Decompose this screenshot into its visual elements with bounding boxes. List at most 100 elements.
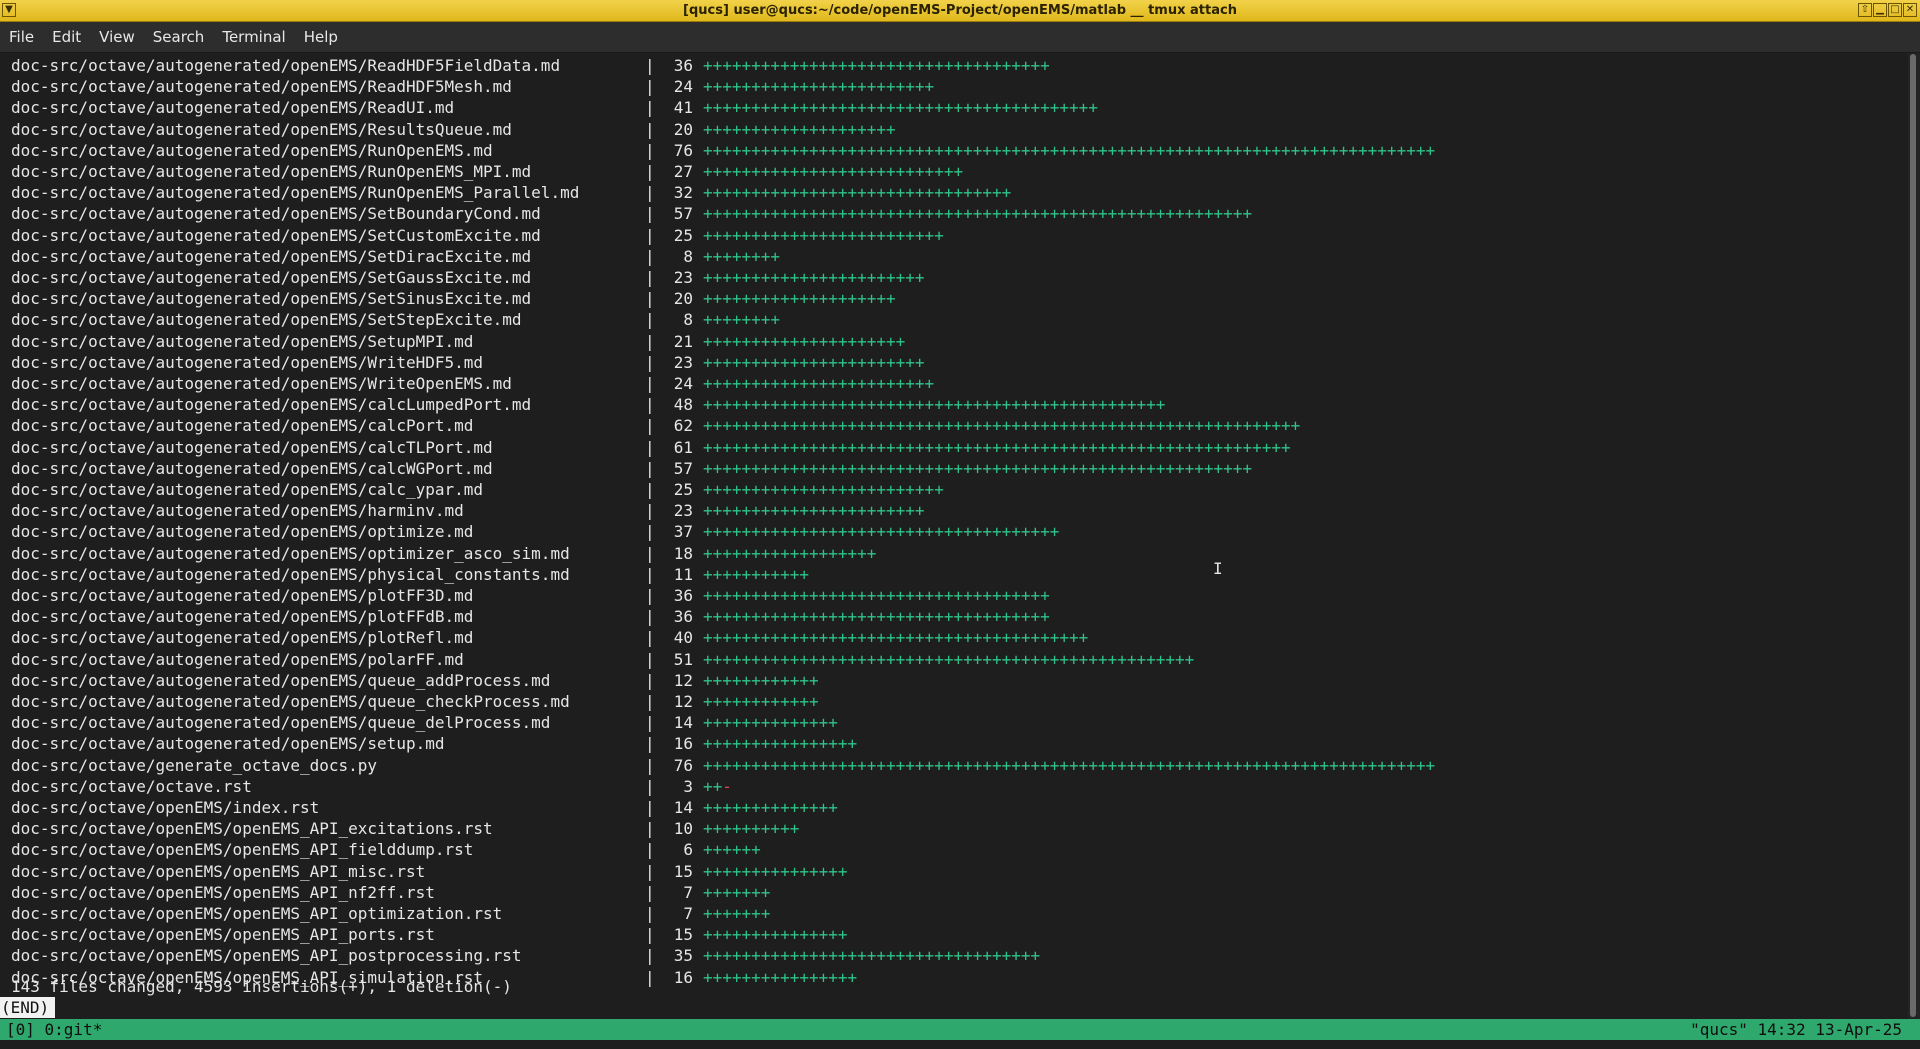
diffstat-row: doc-src/octave/autogenerated/openEMS/Set… [11, 203, 1252, 224]
menu-edit[interactable]: Edit [43, 22, 90, 53]
diffstat-insertions-bar: +++++++++++++++++++++++++++++++++++ [703, 946, 1041, 966]
menu-terminal[interactable]: Terminal [213, 22, 294, 53]
terminal-output[interactable]: doc-src/octave/autogenerated/openEMS/Rea… [0, 53, 1908, 1019]
diffstat-row: doc-src/octave/autogenerated/openEMS/Run… [11, 161, 963, 182]
terminal-scrollbar[interactable] [1908, 53, 1920, 1019]
diffstat-separator: | [645, 628, 655, 648]
diffstat-separator: | [645, 670, 655, 690]
diffstat-change-count: 23 [673, 352, 693, 372]
diffstat-separator: | [645, 289, 655, 309]
diffstat-insertions-bar: +++++++++++++++++++++++ [703, 268, 925, 287]
diffstat-filename: doc-src/octave/openEMS/openEMS_API_ports… [11, 925, 435, 945]
diffstat-summary: 143 files changed, 4593 insertions(+), 1… [11, 977, 512, 996]
diffstat-filename: doc-src/octave/autogenerated/openEMS/cal… [11, 480, 484, 499]
maximize-window-icon[interactable]: □ [1888, 3, 1902, 17]
diffstat-filename: doc-src/octave/autogenerated/openEMS/Rea… [11, 98, 455, 118]
tmux-status-right: "qucs" 14:32 13-Apr-25 [1690, 1020, 1902, 1039]
diffstat-separator: | [645, 522, 655, 542]
diffstat-separator: | [645, 56, 655, 75]
diffstat-filename: doc-src/octave/autogenerated/openEMS/cal… [11, 458, 493, 478]
diffstat-insertions-bar: ++++++++++++++ [703, 798, 838, 817]
close-window-icon[interactable]: ✕ [1903, 3, 1917, 17]
diffstat-filename: doc-src/octave/autogenerated/openEMS/Set… [11, 331, 474, 351]
diffstat-filename: doc-src/octave/openEMS/index.rst [11, 798, 320, 817]
diffstat-filename: doc-src/octave/autogenerated/openEMS/Run… [11, 162, 532, 181]
diffstat-separator: | [645, 543, 655, 563]
diffstat-filename: doc-src/octave/autogenerated/openEMS/cal… [11, 395, 532, 415]
diffstat-filename: doc-src/octave/openEMS/openEMS_API_field… [11, 840, 474, 860]
menu-search[interactable]: Search [144, 22, 214, 53]
window-titlebar[interactable]: ▼ [qucs] user@qucs:~/code/openEMS-Projec… [0, 0, 1920, 22]
diffstat-filename: doc-src/octave/autogenerated/openEMS/Set… [11, 268, 532, 287]
diffstat-row: doc-src/octave/autogenerated/openEMS/que… [11, 670, 819, 691]
diffstat-row: doc-src/octave/autogenerated/openEMS/plo… [11, 585, 1050, 606]
menu-file[interactable]: File [0, 22, 43, 53]
diffstat-separator: | [645, 861, 655, 881]
menubar: File Edit View Search Terminal Help [0, 22, 1920, 53]
tmux-window-list[interactable]: [0] 0:git* [6, 1019, 102, 1040]
minimize-window-icon[interactable]: ▁ [1873, 3, 1887, 17]
diffstat-insertions-bar: ++++++++++++++++++++ [703, 289, 896, 309]
diffstat-row: doc-src/octave/autogenerated/openEMS/set… [11, 733, 857, 754]
diffstat-row: doc-src/octave/autogenerated/openEMS/que… [11, 712, 838, 733]
diffstat-change-count: 12 [673, 670, 693, 690]
diffstat-insertions-bar: +++++++ [703, 882, 771, 902]
diffstat-insertions-bar: ++++++++++++ [703, 692, 819, 711]
diffstat-filename: doc-src/octave/autogenerated/openEMS/Res… [11, 119, 512, 139]
diffstat-change-count: 25 [673, 480, 693, 499]
diffstat-change-count: 57 [673, 458, 693, 478]
diffstat-separator: | [645, 692, 655, 711]
shade-window-icon[interactable]: ⇧ [1858, 3, 1872, 17]
diffstat-filename: doc-src/octave/openEMS/openEMS_API_optim… [11, 904, 503, 923]
diffstat-change-count: 7 [683, 904, 693, 923]
diffstat-change-count: 11 [673, 564, 693, 584]
diffstat-change-count: 20 [673, 119, 693, 139]
diffstat-insertions-bar: ++++++++++++++++ [703, 734, 858, 754]
diffstat-filename: doc-src/octave/openEMS/openEMS_API_misc.… [11, 861, 426, 881]
diffstat-row: doc-src/octave/openEMS/openEMS_API_excit… [11, 818, 799, 839]
diffstat-filename: doc-src/octave/autogenerated/openEMS/que… [11, 670, 551, 690]
diffstat-separator: | [645, 480, 655, 499]
diffstat-insertions-bar: ++++++++++++++++++++++++++++++++++++++++… [703, 416, 1301, 436]
diffstat-filename: doc-src/octave/autogenerated/openEMS/cal… [11, 437, 493, 457]
diffstat-change-count: 21 [673, 331, 693, 351]
diffstat-row: doc-src/octave/generate_octave_docs.py | 7… [11, 755, 1435, 776]
window-bottom-border [0, 1040, 1920, 1049]
menu-view[interactable]: View [90, 22, 144, 53]
diffstat-insertions-bar: ++++++++ [703, 310, 781, 330]
diffstat-filename: doc-src/octave/autogenerated/openEMS/Wri… [11, 352, 484, 372]
diffstat-change-count: 20 [673, 289, 693, 309]
diffstat-change-count: 36 [673, 586, 693, 605]
diffstat-insertions-bar: ++++++++++++++++ [703, 967, 858, 987]
scrollbar-thumb[interactable] [1910, 54, 1916, 1017]
diffstat-filename: doc-src/octave/autogenerated/openEMS/plo… [11, 628, 474, 648]
diffstat-filename: doc-src/octave/autogenerated/openEMS/Set… [11, 310, 522, 330]
diffstat-row: doc-src/octave/autogenerated/openEMS/Run… [11, 140, 1435, 161]
diffstat-row: doc-src/octave/autogenerated/openEMS/plo… [11, 606, 1050, 627]
diffstat-separator: | [645, 352, 655, 372]
diffstat-change-count: 10 [673, 819, 693, 839]
diffstat-row: doc-src/octave/autogenerated/openEMS/Run… [11, 182, 1011, 203]
menu-help[interactable]: Help [295, 22, 347, 53]
diffstat-separator: | [645, 458, 655, 478]
diffstat-row: doc-src/octave/autogenerated/openEMS/Set… [11, 309, 780, 330]
diffstat-insertions-bar: +++++++ [703, 904, 771, 923]
diffstat-insertions-bar: ++++++++++++++++++++++++++++++++++++++++… [703, 458, 1253, 478]
diffstat-change-count: 37 [673, 522, 693, 542]
diffstat-insertions-bar: +++++++++++++++++++++++++++ [703, 162, 964, 181]
diffstat-filename: doc-src/octave/autogenerated/openEMS/Rea… [11, 77, 512, 97]
diffstat-row: doc-src/octave/openEMS/openEMS_API_misc.… [11, 861, 848, 882]
diffstat-separator: | [645, 755, 655, 775]
diffstat-row: doc-src/octave/autogenerated/openEMS/Set… [11, 331, 905, 352]
diffstat-filename: doc-src/octave/autogenerated/openEMS/Run… [11, 140, 493, 160]
diffstat-change-count: 76 [673, 140, 693, 160]
diffstat-filename: doc-src/octave/autogenerated/openEMS/Set… [11, 204, 541, 224]
diffstat-separator: | [645, 734, 655, 754]
diffstat-row: doc-src/octave/openEMS/index.rst | 14 +++++… [11, 797, 838, 818]
diffstat-row: doc-src/octave/autogenerated/openEMS/cal… [11, 458, 1252, 479]
diffstat-separator: | [645, 882, 655, 902]
diffstat-change-count: 14 [673, 713, 693, 733]
diffstat-row: doc-src/octave/autogenerated/openEMS/Set… [11, 246, 780, 267]
diffstat-change-count: 6 [683, 840, 693, 860]
diffstat-filename: doc-src/octave/openEMS/openEMS_API_postp… [11, 946, 522, 966]
